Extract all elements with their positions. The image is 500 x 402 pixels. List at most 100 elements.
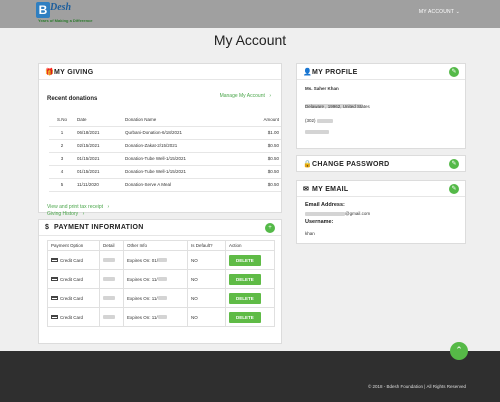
cell-other-info: Expires On: 11/ — [123, 288, 188, 308]
payment-info-header: $ PAYMENT INFORMATION — [39, 220, 281, 236]
manage-account-link[interactable]: Manage My Account › — [220, 84, 271, 102]
cell-detail — [99, 269, 124, 289]
phone-prefix: (302) — [305, 118, 316, 123]
email-domain: @gmail.com — [345, 211, 371, 216]
profile-city-line: Delaware , 19962, United States — [305, 104, 370, 109]
change-password-header: 🔒CHANGE PASSWORD — [297, 156, 465, 172]
cell-is-default: NO — [187, 269, 226, 289]
page-title: My Account — [213, 32, 287, 48]
delete-button[interactable]: DELETE — [229, 292, 261, 304]
table-row: Credit Card Expires On: 11/ NO DELETE — [47, 288, 275, 308]
table-row: Credit Card Expires On: 01/ NO DELETE — [47, 250, 275, 270]
payment-option-label: Credit Card — [60, 276, 84, 282]
cell-payment-option: Credit Card — [47, 307, 100, 327]
my-giving-card: 🎁MY GIVING Manage My Account › Recent do… — [38, 63, 282, 217]
cell-date: 06/18/2021 — [75, 126, 123, 140]
chevron-right-icon: › — [107, 204, 110, 210]
email-address-label: Email Address: — [305, 202, 345, 208]
masked-email — [305, 211, 345, 216]
masked-expiry — [157, 315, 167, 320]
masked-phone — [316, 118, 333, 123]
cell-amount: $0.50 — [251, 165, 281, 179]
my-account-label: MY ACCOUNT — [418, 9, 455, 15]
delete-button[interactable]: DELETE — [229, 273, 261, 285]
cell-sno: 2 — [49, 139, 75, 153]
masked-card-number — [103, 258, 115, 263]
cell-donation-name: Donation-Tube Well-1/15/2021 — [123, 152, 251, 166]
expiry-label: Expires On: 11/ — [127, 276, 158, 282]
cell-detail — [99, 288, 124, 308]
my-giving-title: MY GIVING — [54, 69, 94, 76]
credit-card-icon — [51, 315, 58, 320]
cell-date: 11/11/2020 — [75, 178, 123, 192]
cell-detail — [99, 307, 124, 327]
masked-card-number — [103, 277, 115, 282]
donations-table: S.No Date Donation Name Amount 1 06/18/2… — [49, 114, 281, 192]
cell-payment-option: Credit Card — [47, 288, 100, 308]
scroll-to-top-button[interactable]: ⌃ — [450, 342, 468, 360]
cell-is-default: NO — [187, 307, 226, 327]
add-payment-button[interactable]: + — [265, 223, 275, 233]
masked-extra — [305, 129, 329, 134]
table-row: 4 01/15/2021 Donation-Tube Well-1/15/202… — [49, 165, 281, 179]
dollar-icon: $ — [45, 224, 50, 231]
edit-email-button[interactable]: ✎ — [449, 184, 459, 194]
table-row: 1 06/18/2021 Qurbani-Donation-6/18/2021 … — [49, 126, 281, 140]
table-row: 5 11/11/2020 Donation-Serve A Meal $0.50 — [49, 178, 281, 192]
cell-other-info: Expires On: 11/ — [123, 307, 188, 327]
brand-logo[interactable]: B Desh Years of Making a Difference — [36, 2, 100, 26]
credit-card-icon — [51, 296, 58, 301]
col-date: Date — [75, 114, 123, 127]
cell-is-default: NO — [187, 250, 226, 270]
top-navbar: B Desh Years of Making a Difference MY A… — [0, 0, 500, 28]
my-profile-title: MY PROFILE — [312, 69, 358, 76]
my-email-title: MY EMAIL — [312, 186, 349, 193]
my-profile-card: 👤MY PROFILE ✎ Ms. Saher Khan Delaware , … — [296, 63, 466, 149]
expiry-label: Expires On: 11/ — [127, 295, 158, 301]
cell-sno: 5 — [49, 178, 75, 192]
profile-extra — [305, 129, 329, 134]
payment-table: Payment Option Detail Other Info Is Defa… — [47, 240, 275, 327]
manage-account-label: Manage My Account — [219, 93, 265, 99]
my-account-menu[interactable]: MY ACCOUNT ⌄ — [419, 9, 460, 15]
table-row: 2 02/15/2021 Donation-Zakat-2/15/2021 $0… — [49, 139, 281, 153]
cell-other-info: Expires On: 01/ — [123, 250, 188, 270]
col-detail: Detail — [99, 240, 124, 251]
envelope-icon: ✉ — [303, 186, 310, 193]
cell-date: 01/15/2021 — [75, 152, 123, 166]
table-row: Credit Card Expires On: 11/ NO DELETE — [47, 269, 275, 289]
table-row: Credit Card Expires On: 11/ NO DELETE — [47, 307, 275, 327]
col-other-info: Other Info — [123, 240, 188, 251]
edit-profile-button[interactable]: ✎ — [449, 67, 459, 77]
username-label: Username: — [305, 219, 334, 225]
expiry-label: Expires On: 01/ — [127, 257, 159, 263]
change-password-title: CHANGE PASSWORD — [312, 161, 390, 168]
gift-icon: 🎁 — [45, 69, 55, 76]
logo-name: Desh — [50, 2, 72, 13]
col-action: Action — [225, 240, 275, 251]
my-profile-header: 👤MY PROFILE — [297, 64, 465, 80]
cell-amount: $0.50 — [251, 152, 281, 166]
my-email-header: ✉ MY EMAIL — [297, 181, 465, 197]
delete-button[interactable]: DELETE — [229, 311, 261, 323]
footer-copyright: © 2018 - Bdesh Foundation | All Rights R… — [367, 384, 466, 389]
giving-history-label: Giving History — [47, 211, 79, 217]
table-row: 3 01/15/2021 Donation-Tube Well-1/15/202… — [49, 152, 281, 166]
col-sno: S.No — [49, 114, 75, 127]
cell-donation-name: Donation-Tube Well-1/15/2021 — [123, 165, 251, 179]
cell-payment-option: Credit Card — [47, 269, 100, 289]
payment-option-label: Credit Card — [60, 295, 84, 301]
masked-card-number — [103, 315, 115, 320]
chevron-right-icon: › — [82, 211, 85, 217]
edit-password-button[interactable]: ✎ — [449, 159, 459, 169]
chevron-down-icon: ⌄ — [455, 9, 460, 15]
table-header-row: Payment Option Detail Other Info Is Defa… — [47, 240, 275, 251]
payment-option-label: Credit Card — [60, 257, 84, 263]
col-payment-option: Payment Option — [47, 240, 100, 251]
delete-button[interactable]: DELETE — [229, 254, 261, 266]
giving-history-link[interactable]: Giving History › — [47, 202, 84, 220]
cell-sno: 3 — [49, 152, 75, 166]
my-email-card: ✉ MY EMAIL ✎ Email Address: @gmail.com Us… — [296, 180, 466, 244]
username-value: khan — [305, 231, 315, 236]
my-giving-header: 🎁MY GIVING — [39, 64, 281, 80]
